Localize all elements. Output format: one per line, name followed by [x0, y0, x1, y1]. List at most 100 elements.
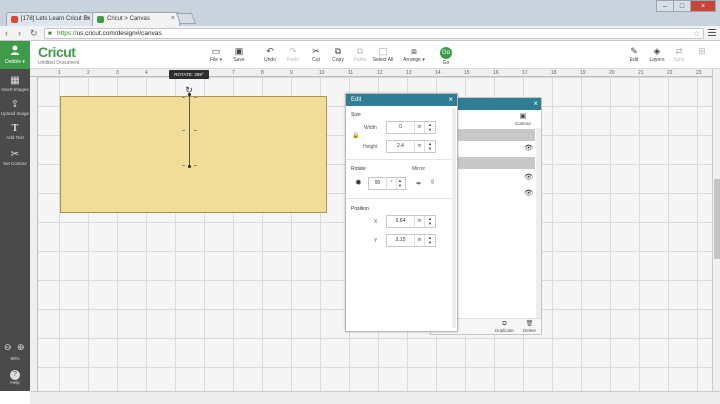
vertical-scroll-thumb[interactable] — [714, 179, 720, 259]
add-text-button[interactable]: T Add Text — [0, 123, 30, 140]
height-stepper-icon[interactable]: ▲ ▼ — [425, 141, 435, 152]
edit-panel-scrollbar[interactable] — [452, 108, 456, 328]
bottom-handle[interactable] — [188, 165, 191, 168]
set-contour-label: Set Contour — [2, 161, 27, 166]
duplicate-button[interactable]: ⧉ Duplicate — [495, 321, 514, 333]
width-field[interactable]: 0 in ▲ ▼ — [386, 121, 436, 134]
canvas-shape[interactable] — [60, 96, 327, 213]
rotate-icon: ✹ — [355, 178, 362, 187]
edit-panel: Edit × Size Width 0 in ▲ ▼ 🔒 Height 2.4 i… — [345, 93, 458, 332]
close-layers-icon[interactable]: × — [533, 99, 538, 109]
maximize-button[interactable]: □ — [673, 0, 691, 12]
x-position-input[interactable]: 6.64 — [387, 216, 415, 227]
help-button[interactable]: ? Help — [0, 370, 30, 385]
y-stepper-icon[interactable]: ▲ ▼ — [425, 235, 435, 246]
vertical-scrollbar[interactable] — [712, 69, 720, 391]
arrange-icon: ⧈ — [411, 46, 417, 56]
lock-ratio-icon[interactable]: 🔒 — [352, 132, 359, 139]
eye-icon[interactable]: 👁 — [524, 144, 533, 152]
delete-label: Delete — [523, 328, 537, 333]
url-text: us.cricut.com/design#/canvas — [76, 30, 162, 37]
rotate-section-label: Rotate — [351, 166, 366, 172]
insert-images-label: Insert Images — [1, 87, 29, 92]
close-tab-icon[interactable]: × — [85, 15, 89, 22]
duplicate-icon: ⧉ — [502, 321, 507, 327]
size-section-label: Size — [351, 112, 361, 118]
select-all-button[interactable]: ⬚ Select All — [368, 45, 398, 67]
ruler-number: 15 — [464, 70, 470, 76]
ruler-number: 19 — [580, 70, 586, 76]
back-button[interactable]: ‹ — [5, 28, 8, 38]
browser-tab-2[interactable]: Cricut > Canvas × — [92, 12, 180, 26]
ruler-number: 2 — [87, 70, 90, 76]
ruler-number: 21 — [638, 70, 644, 76]
attach-icon: ⊞ — [698, 46, 706, 56]
page: [178] Lets Learn Cricut Ex × Cricut > Ca… — [0, 0, 720, 404]
bookmark-star-icon[interactable]: ☆ — [693, 29, 700, 38]
left-rail: ▦ Insert Images ⇪ Upload Image T Add Tex… — [0, 69, 30, 391]
text-icon: T — [11, 123, 19, 134]
close-window-button[interactable]: × — [690, 0, 716, 12]
ruler-number: 8 — [261, 70, 264, 76]
ruler-number: 14 — [435, 70, 441, 76]
rotate-input[interactable]: 90 — [369, 178, 387, 189]
delete-button[interactable]: 🗑 Delete — [523, 321, 536, 333]
go-button[interactable]: Go — [440, 47, 452, 59]
selected-line-object[interactable] — [189, 95, 190, 167]
close-tab-icon[interactable]: × — [171, 15, 175, 22]
browser-tab-2-label: Cricut > Canvas — [107, 16, 150, 22]
zoom-in-icon[interactable]: ⊕ — [17, 342, 25, 353]
profile-button[interactable]: Debbie ▾ — [0, 41, 30, 69]
eye-icon[interactable]: 👁 — [524, 173, 533, 181]
forward-button[interactable]: › — [18, 28, 21, 38]
arrange-button[interactable]: ⧈ Arrange ▾ — [398, 45, 430, 67]
y-position-input[interactable]: 2.15 — [387, 235, 415, 246]
ruler-number: 10 — [319, 70, 325, 76]
width-input[interactable]: 0 — [387, 122, 415, 133]
height-label: Height — [363, 144, 378, 150]
close-edit-icon[interactable]: × — [448, 95, 453, 105]
help-label: Help — [10, 380, 20, 385]
rotate-field[interactable]: 90 ° ▲ ▼ — [368, 177, 406, 190]
save-button[interactable]: ▣ Save — [225, 45, 253, 67]
x-stepper-icon[interactable]: ▲ ▼ — [425, 216, 435, 227]
height-unit: in — [415, 141, 425, 152]
contour-button[interactable]: ▣ Contour — [515, 113, 531, 126]
browser-tab-1[interactable]: [178] Lets Learn Cricut Ex × — [6, 12, 94, 26]
browser-menu-icon[interactable] — [708, 29, 716, 37]
bottom-marker — [182, 165, 185, 166]
document-name[interactable]: Untitled Document — [38, 60, 79, 66]
zoom-out-icon[interactable]: ⊖ — [4, 342, 12, 353]
minimize-button[interactable]: – — [656, 0, 674, 12]
attach-button[interactable]: ⊞ — [688, 45, 716, 67]
layers-scrollbar[interactable] — [536, 128, 541, 318]
save-icon: ▣ — [234, 46, 244, 56]
top-ruler: 1234567891011121314151617181920212223 — [30, 69, 712, 77]
lock-icon: ■ — [48, 31, 52, 37]
ruler-number: 1 — [58, 70, 61, 76]
divider — [346, 198, 457, 199]
width-stepper-icon[interactable]: ▲ ▼ — [425, 122, 435, 133]
mirror-horizontal-icon[interactable]: ⇹ — [416, 180, 421, 187]
set-contour-button[interactable]: ✂ Set Contour — [0, 149, 30, 166]
eye-hidden-icon[interactable]: 👁 — [524, 189, 533, 197]
mirror-vertical-icon[interactable]: ⇳ — [430, 179, 435, 186]
add-text-label: Add Text — [6, 135, 24, 140]
reload-button[interactable]: ↻ — [30, 28, 38, 38]
rotate-stepper-icon[interactable]: ▲ ▼ — [395, 178, 405, 189]
url-input[interactable]: ■ https://us.cricut.com/design#/canvas ☆ — [44, 28, 704, 39]
horizontal-scrollbar[interactable] — [30, 391, 720, 404]
height-input[interactable]: 2.4 — [387, 141, 415, 152]
x-position-field[interactable]: 6.64 in ▲ ▼ — [386, 215, 436, 228]
save-label: Save — [233, 57, 245, 63]
height-field[interactable]: 2.4 in ▲ ▼ — [386, 140, 436, 153]
insert-images-button[interactable]: ▦ Insert Images — [0, 75, 30, 92]
ruler-number: 9 — [290, 70, 293, 76]
new-tab-button[interactable] — [175, 13, 197, 24]
upload-image-button[interactable]: ⇪ Upload Image — [0, 99, 30, 116]
y-position-field[interactable]: 2.15 in ▲ ▼ — [386, 234, 436, 247]
y-label: Y — [374, 238, 378, 244]
cricut-favicon-icon — [97, 16, 104, 23]
top-handle[interactable] — [188, 93, 191, 96]
insert-images-icon: ▦ — [10, 75, 20, 86]
